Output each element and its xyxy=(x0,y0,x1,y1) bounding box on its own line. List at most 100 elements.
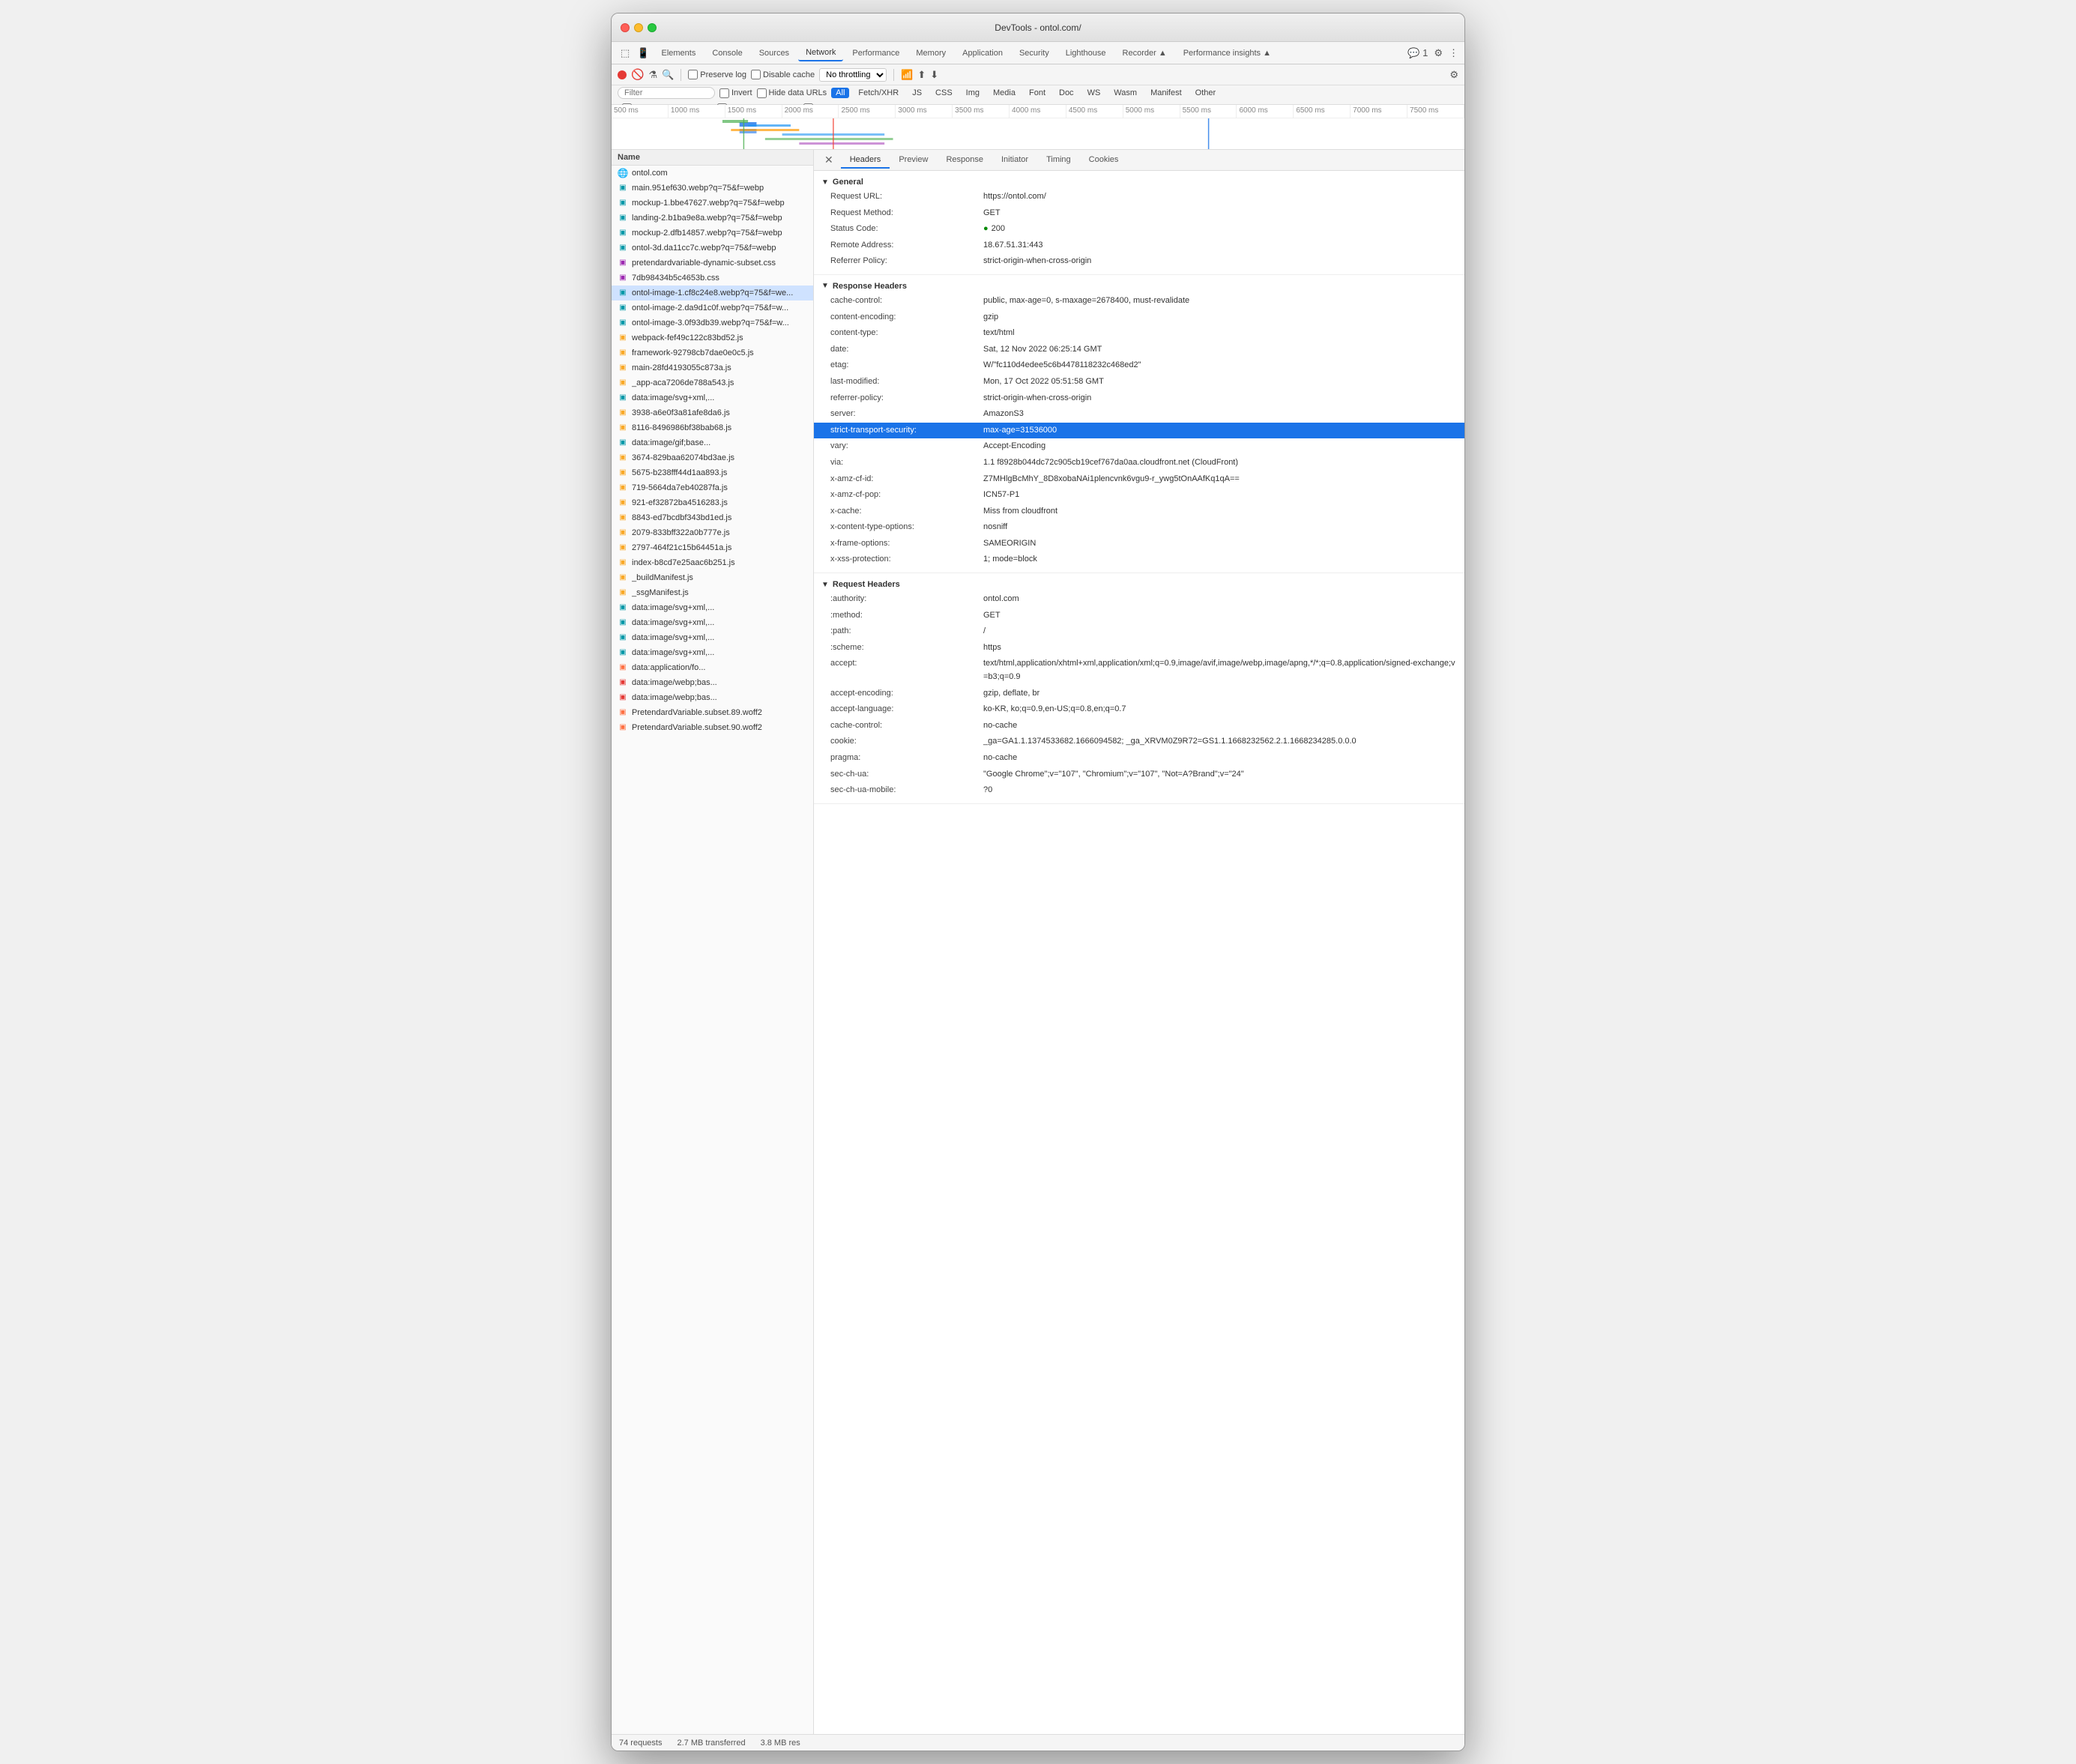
tab-performance[interactable]: Performance xyxy=(845,46,907,61)
file-item-main-js[interactable]: ▣ main-28fd4193055c873a.js xyxy=(612,360,813,375)
file-item-ssgmanifest[interactable]: ▣ _ssgManifest.js xyxy=(612,585,813,600)
preserve-log-checkbox[interactable] xyxy=(688,70,698,79)
upload-icon[interactable]: ⬆ xyxy=(917,69,926,81)
invert-checkbox[interactable] xyxy=(719,88,729,98)
file-item-app[interactable]: ▣ _app-aca7206de788a543.js xyxy=(612,375,813,390)
tab-lighthouse[interactable]: Lighthouse xyxy=(1058,46,1114,61)
file-item-framework[interactable]: ▣ framework-92798cb7dae0e0c5.js xyxy=(612,345,813,360)
filter-js[interactable]: JS xyxy=(908,88,926,98)
file-item-3938[interactable]: ▣ 3938-a6e0f3a81afe8da6.js xyxy=(612,405,813,420)
filter-doc[interactable]: Doc xyxy=(1054,88,1078,98)
filter-ws[interactable]: WS xyxy=(1083,88,1105,98)
search-icon[interactable]: 🔍 xyxy=(662,69,674,81)
file-item-buildmanifest[interactable]: ▣ _buildManifest.js xyxy=(612,570,813,585)
file-item-921[interactable]: ▣ 921-ef32872ba4516283.js xyxy=(612,495,813,510)
file-item-webpack[interactable]: ▣ webpack-fef49c122c83bd52.js xyxy=(612,330,813,345)
tab-performance-insights[interactable]: Performance insights ▲ xyxy=(1176,46,1279,61)
close-button[interactable] xyxy=(621,23,630,32)
tab-network[interactable]: Network xyxy=(798,45,843,61)
invert-label[interactable]: Invert xyxy=(719,88,752,98)
tab-application[interactable]: Application xyxy=(955,46,1010,61)
filter-all[interactable]: All xyxy=(831,88,849,98)
disable-cache-label[interactable]: Disable cache xyxy=(751,70,815,79)
filter-manifest[interactable]: Manifest xyxy=(1146,88,1186,98)
file-item-main[interactable]: ▣ main.951ef630.webp?q=75&f=webp xyxy=(612,181,813,196)
more-icon[interactable]: ⋮ xyxy=(1449,47,1458,59)
file-item-css2[interactable]: ▣ 7db98434b5c4653b.css xyxy=(612,271,813,286)
disable-cache-checkbox[interactable] xyxy=(751,70,761,79)
file-item-2797[interactable]: ▣ 2797-464f21c15b64451a.js xyxy=(612,540,813,555)
file-item-ontol3d[interactable]: ▣ ontol-3d.da11cc7c.webp?q=75&f=webp xyxy=(612,241,813,256)
file-item-svg2[interactable]: ▣ data:image/svg+xml,... xyxy=(612,600,813,615)
file-item-svg3[interactable]: ▣ data:image/svg+xml,... xyxy=(612,615,813,630)
response-headers-header[interactable]: ▼ Response Headers xyxy=(814,280,1464,293)
tab-headers[interactable]: Headers xyxy=(841,152,890,169)
file-item-svg1[interactable]: ▣ data:image/svg+xml,... xyxy=(612,390,813,405)
file-item-webp2[interactable]: ▣ data:image/webp;bas... xyxy=(612,690,813,705)
file-item-img2[interactable]: ▣ ontol-image-2.da9d1c0f.webp?q=75&f=w..… xyxy=(612,300,813,315)
filter-font[interactable]: Font xyxy=(1025,88,1050,98)
file-item-webp1[interactable]: ▣ data:image/webp;bas... xyxy=(612,675,813,690)
file-item-gif[interactable]: ▣ data:image/gif;base... xyxy=(612,435,813,450)
tab-security[interactable]: Security xyxy=(1012,46,1057,61)
file-item-index[interactable]: ▣ index-b8cd7e25aac6b251.js xyxy=(612,555,813,570)
file-item-mockup1[interactable]: ▣ mockup-1.bbe47627.webp?q=75&f=webp xyxy=(612,196,813,211)
file-item-2079[interactable]: ▣ 2079-833bff322a0b777e.js xyxy=(612,525,813,540)
request-headers-header[interactable]: ▼ Request Headers xyxy=(814,578,1464,591)
file-item-svg5[interactable]: ▣ data:image/svg+xml,... xyxy=(612,645,813,660)
download-icon[interactable]: ⬇ xyxy=(930,69,938,81)
maximize-button[interactable] xyxy=(648,23,657,32)
chat-icon[interactable]: 💬 1 xyxy=(1407,47,1428,59)
cursor-icon[interactable]: ⬚ xyxy=(618,46,633,61)
filter-media[interactable]: Media xyxy=(989,88,1020,98)
throttle-select[interactable]: No throttling xyxy=(819,68,887,82)
file-item-landing[interactable]: ▣ landing-2.b1ba9e8a.webp?q=75&f=webp xyxy=(612,211,813,226)
filter-other[interactable]: Other xyxy=(1191,88,1221,98)
file-item-css1[interactable]: ▣ pretendardvariable-dynamic-subset.css xyxy=(612,256,813,271)
tab-elements[interactable]: Elements xyxy=(654,46,703,61)
minimize-button[interactable] xyxy=(634,23,643,32)
tab-response[interactable]: Response xyxy=(937,152,992,169)
tab-preview[interactable]: Preview xyxy=(890,152,937,169)
preserve-log-label[interactable]: Preserve log xyxy=(688,70,746,79)
settings-icon[interactable]: ⚙ xyxy=(1434,47,1443,59)
general-header[interactable]: ▼ General xyxy=(814,175,1464,189)
detail-close-button[interactable]: ✕ xyxy=(820,154,838,166)
filter-css[interactable]: CSS xyxy=(931,88,957,98)
file-item-8116[interactable]: ▣ 8116-8496986bf38bab68.js xyxy=(612,420,813,435)
file-item-8843[interactable]: ▣ 8843-ed7bcdbf343bd1ed.js xyxy=(612,510,813,525)
file-item-svg4[interactable]: ▣ data:image/svg+xml,... xyxy=(612,630,813,645)
tab-memory[interactable]: Memory xyxy=(908,46,953,61)
tab-console[interactable]: Console xyxy=(704,46,749,61)
filter-img[interactable]: Img xyxy=(962,88,984,98)
file-item-img3[interactable]: ▣ ontol-image-3.0f93db39.webp?q=75&f=w..… xyxy=(612,315,813,330)
network-settings-icon[interactable]: ⚙ xyxy=(1449,69,1458,80)
file-item-pretendard90[interactable]: ▣ PretendardVariable.subset.90.woff2 xyxy=(612,720,813,735)
file-item-appfo[interactable]: ▣ data:application/fo... xyxy=(612,660,813,675)
referrer-policy-row: Referrer Policy: strict-origin-when-cros… xyxy=(814,253,1464,270)
tab-sources[interactable]: Sources xyxy=(752,46,797,61)
tab-recorder[interactable]: Recorder ▲ xyxy=(1115,46,1174,61)
filter-fetch-xhr[interactable]: Fetch/XHR xyxy=(854,88,903,98)
file-item-mockup2[interactable]: ▣ mockup-2.dfb14857.webp?q=75&f=webp xyxy=(612,226,813,241)
filter-icon[interactable]: ⚗ xyxy=(648,69,657,81)
tab-cookies[interactable]: Cookies xyxy=(1080,152,1128,169)
file-item-ontol[interactable]: 🌐 ontol.com xyxy=(612,166,813,181)
mobile-icon[interactable]: 📱 xyxy=(634,46,652,61)
content-type-value: text/html xyxy=(983,327,1015,340)
hide-data-urls-label[interactable]: Hide data URLs xyxy=(757,88,827,98)
file-item-719[interactable]: ▣ 719-5664da7eb40287fa.js xyxy=(612,480,813,495)
filter-wasm[interactable]: Wasm xyxy=(1109,88,1141,98)
clear-button[interactable]: 🚫 xyxy=(631,68,644,81)
hide-data-urls-checkbox[interactable] xyxy=(757,88,767,98)
wifi-icon[interactable]: 📶 xyxy=(901,69,913,81)
file-item-5675[interactable]: ▣ 5675-b238fff44d1aa893.js xyxy=(612,465,813,480)
tab-icons: 💬 1 ⚙ ⋮ xyxy=(1407,47,1458,59)
file-item-pretendard89[interactable]: ▣ PretendardVariable.subset.89.woff2 xyxy=(612,705,813,720)
filter-input[interactable] xyxy=(618,87,715,99)
file-item-img1[interactable]: ▣ ontol-image-1.cf8c24e8.webp?q=75&f=we.… xyxy=(612,286,813,300)
file-item-3674[interactable]: ▣ 3674-829baa62074bd3ae.js xyxy=(612,450,813,465)
tab-timing[interactable]: Timing xyxy=(1037,152,1080,169)
record-button[interactable] xyxy=(618,70,627,79)
tab-initiator[interactable]: Initiator xyxy=(992,152,1037,169)
